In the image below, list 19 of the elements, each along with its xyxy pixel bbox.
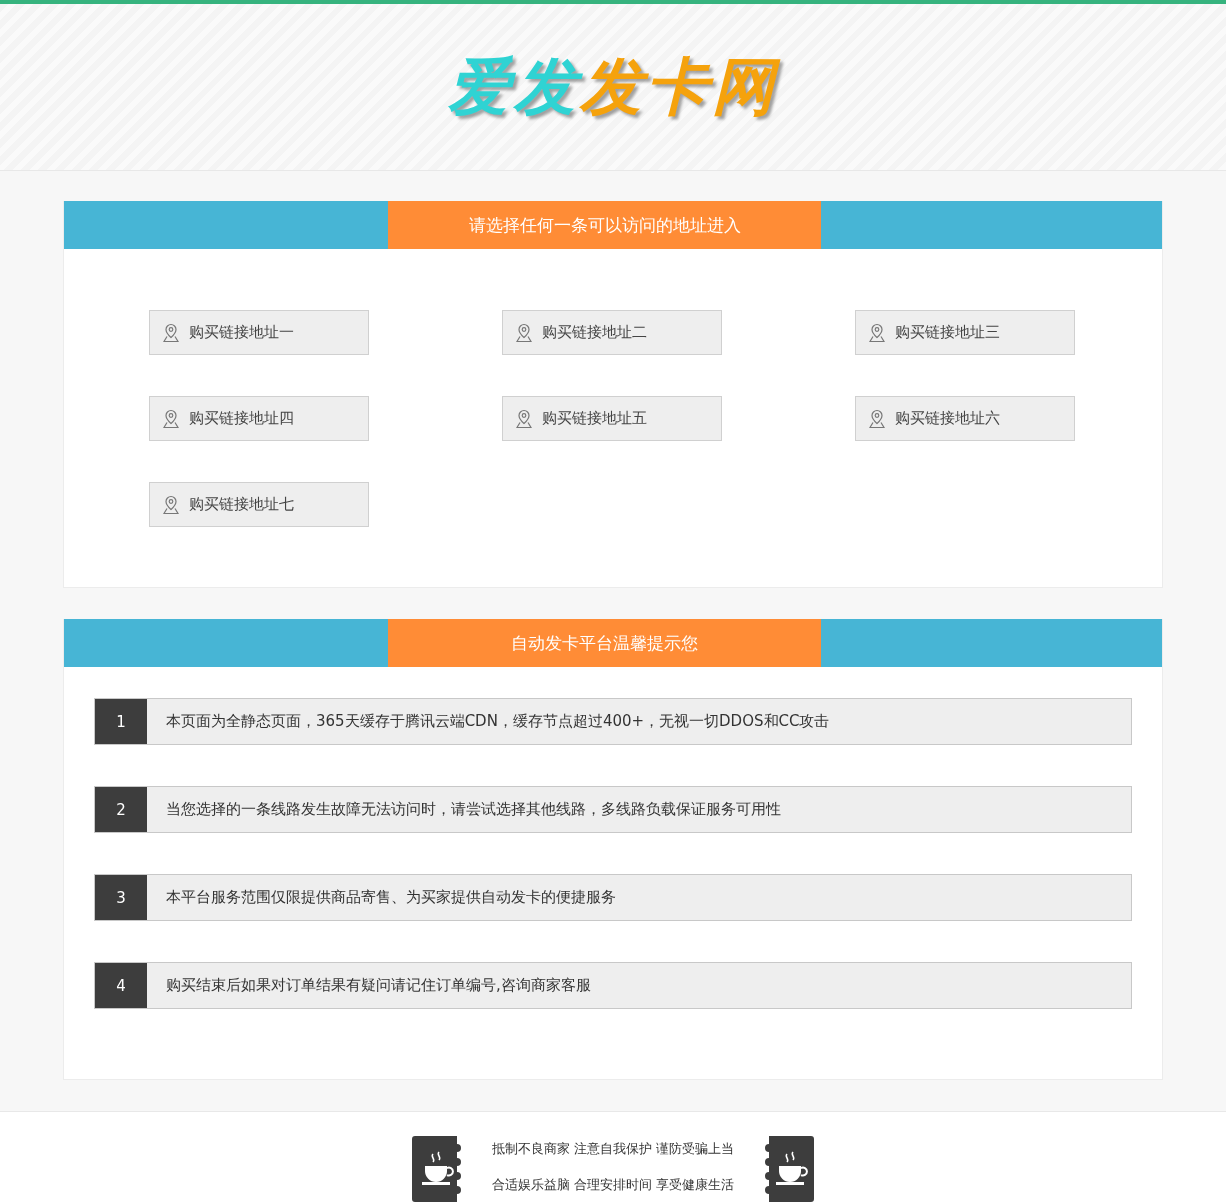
link-button[interactable]: 购买链接地址三 — [855, 310, 1075, 355]
notice-text: 本平台服务范围仅限提供商品寄售、为买家提供自动发卡的便捷服务 — [165, 887, 616, 908]
number-label: 4 — [95, 963, 147, 1008]
panel-title: 自动发卡平台温馨提示您 — [388, 619, 821, 667]
link-button[interactable]: 购买链接地址四 — [149, 396, 369, 441]
number-label: 2 — [95, 787, 147, 832]
link-button[interactable]: 购买链接地址五 — [502, 396, 722, 441]
link-button[interactable]: 购买链接地址七 — [149, 482, 369, 527]
link-button[interactable]: 购买链接地址六 — [855, 396, 1075, 441]
panel-title: 请选择任何一条可以访问的地址进入 — [388, 201, 821, 249]
notice-text: 购买结束后如果对订单结果有疑问请记住订单编号,咨询商家客服 — [165, 975, 591, 996]
notice-text: 当您选择的一条线路发生故障无法访问时，请尝试选择其他线路，多线路负载保证服务可用性 — [165, 799, 781, 820]
notice-text: 本页面为全静态页面，365天缓存于腾讯云端CDN，缓存节点超过400+，无视一切DDOS和CC攻击 — [165, 711, 830, 732]
footer-text: 合适娱乐益脑 合理安排时间 享受健康生活 — [491, 1176, 735, 1194]
number-label: 1 — [95, 699, 147, 744]
link-button[interactable]: 购买链接地址一 — [149, 310, 369, 355]
footer-text: 抵制不良商家 注意自我保护 谨防受骗上当 — [491, 1140, 735, 1158]
link-button[interactable]: 购买链接地址二 — [502, 310, 722, 355]
number-label: 3 — [95, 875, 147, 920]
